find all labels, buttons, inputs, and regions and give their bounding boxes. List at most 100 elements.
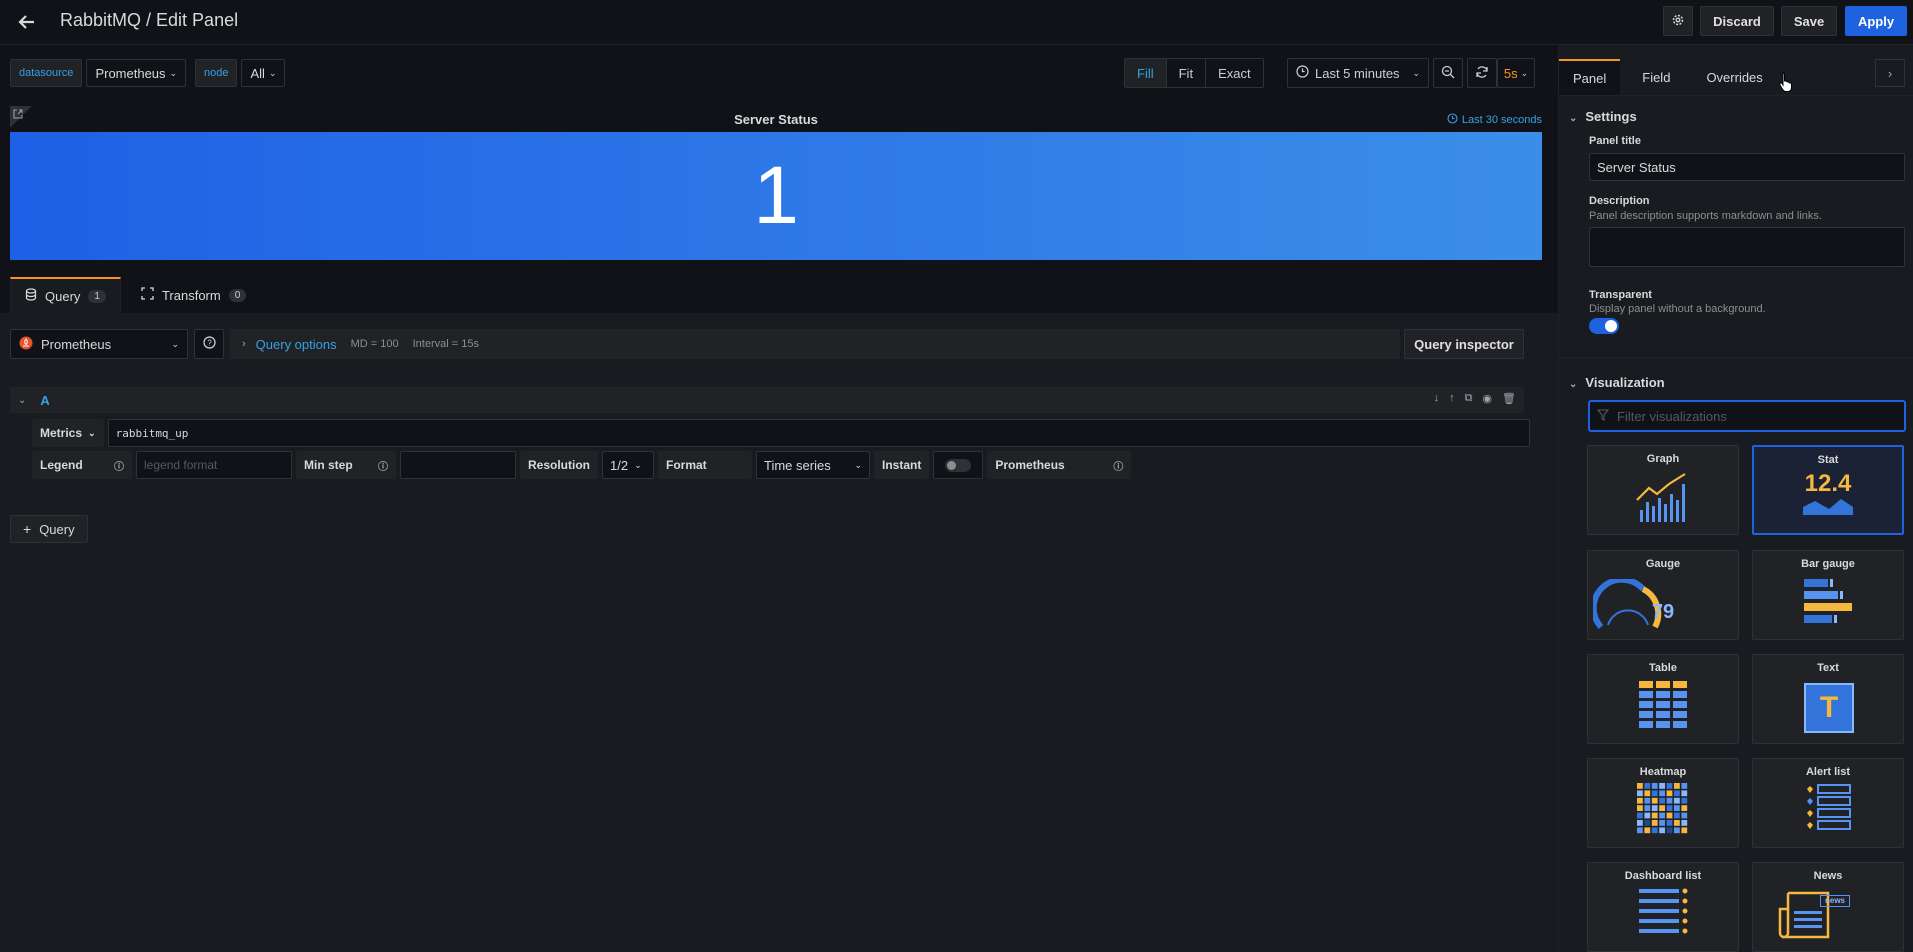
variable-label: datasource bbox=[10, 59, 83, 87]
viz-heatmap[interactable]: Heatmap bbox=[1587, 758, 1739, 848]
viz-stat[interactable]: Stat 12.4 bbox=[1752, 445, 1904, 535]
arrow-up-icon[interactable]: ↑ bbox=[1449, 392, 1455, 405]
sidebar-tabs: Panel Field Overrides bbox=[1559, 59, 1777, 95]
panel-title-input[interactable]: Server Status bbox=[1589, 153, 1905, 181]
viz-text[interactable]: Text T bbox=[1752, 654, 1904, 744]
datasource-variable: datasource Prometheus ⌄ bbox=[10, 59, 187, 87]
save-button[interactable]: Save bbox=[1781, 6, 1837, 36]
refresh-interval-label: 5s bbox=[1503, 65, 1518, 81]
transparent-label: Transparent bbox=[1589, 289, 1652, 301]
metrics-input[interactable]: rabbitmq_up bbox=[107, 419, 1530, 447]
gauge-icon-value: 79 bbox=[1651, 601, 1675, 623]
node-variable: node All ⌄ bbox=[195, 59, 286, 87]
copy-icon[interactable]: ⧉ bbox=[1465, 392, 1473, 405]
view-mode-fill[interactable]: Fill bbox=[1125, 59, 1167, 87]
chevron-down-icon: ⌄ bbox=[1412, 67, 1420, 78]
tab-query[interactable]: Query 1 bbox=[10, 277, 121, 313]
tab-transform[interactable]: Transform 0 bbox=[127, 277, 260, 313]
chevron-down-icon[interactable]: ⌄ bbox=[18, 395, 26, 406]
resolution-value: 1/2 bbox=[610, 457, 629, 473]
database-icon bbox=[25, 288, 37, 304]
interval-info: Interval = 15s bbox=[412, 338, 479, 350]
datasource-picker[interactable]: Prometheus ⌄ bbox=[10, 329, 188, 359]
visualization-section-header[interactable]: ⌄ Visualization bbox=[1569, 375, 1665, 390]
collapse-sidebar-button[interactable]: › bbox=[1875, 59, 1905, 87]
options-sidebar: Panel Field Overrides › ⌄ Settings Panel … bbox=[1558, 45, 1913, 952]
metrics-label-text: Metrics bbox=[40, 426, 83, 440]
text-icon: T bbox=[1804, 683, 1854, 733]
viz-bar-gauge[interactable]: Bar gauge bbox=[1752, 550, 1904, 640]
refresh-button[interactable] bbox=[1467, 58, 1497, 88]
viz-alert-list[interactable]: Alert list bbox=[1752, 758, 1904, 848]
instant-toggle[interactable] bbox=[933, 451, 984, 479]
mouse-cursor bbox=[1778, 72, 1794, 95]
legend-input[interactable]: legend format bbox=[136, 451, 292, 479]
datasource-row: Prometheus ⌄ ? bbox=[10, 329, 224, 359]
query-options-bar[interactable]: › Query options MD = 100 Interval = 15s bbox=[230, 329, 1400, 359]
refresh-interval-picker[interactable]: 5s ⌄ bbox=[1497, 58, 1535, 88]
variable-value: Prometheus bbox=[95, 65, 166, 81]
info-icon: ⓘ bbox=[114, 461, 124, 473]
add-query-button[interactable]: + Query bbox=[10, 515, 88, 543]
filter-placeholder: Filter visualizations bbox=[1617, 408, 1727, 424]
viz-dashboard-list[interactable]: Dashboard list bbox=[1587, 862, 1739, 952]
gauge-icon: 79 bbox=[1593, 579, 1698, 635]
time-range-picker[interactable]: Last 5 minutes ⌄ bbox=[1287, 58, 1429, 88]
chevron-down-icon: ⌄ bbox=[1520, 67, 1529, 78]
viz-graph[interactable]: Graph bbox=[1587, 445, 1739, 535]
legend-label-text: Legend bbox=[40, 458, 83, 472]
top-bar: RabbitMQ / Edit Panel Discard Save Apply bbox=[0, 0, 1913, 45]
format-value: Time series bbox=[764, 457, 831, 473]
chevron-down-icon: ⌄ bbox=[88, 427, 96, 438]
query-row-header[interactable]: ⌄ A ↓ ↑ ⧉ ◉ 🗑︎ bbox=[10, 387, 1524, 413]
view-mode-switch: Fill Fit Exact bbox=[1124, 58, 1264, 88]
viz-table[interactable]: Table bbox=[1587, 654, 1739, 744]
max-data-points-info: MD = 100 bbox=[350, 338, 399, 350]
gear-icon bbox=[1671, 13, 1685, 30]
back-arrow-icon[interactable] bbox=[14, 9, 40, 35]
instant-label: Instant bbox=[874, 451, 930, 479]
stat-icon: 12.4 bbox=[1754, 471, 1902, 515]
view-mode-fit[interactable]: Fit bbox=[1166, 59, 1207, 87]
zoom-out-button[interactable] bbox=[1433, 58, 1463, 88]
help-button[interactable]: ? bbox=[194, 329, 224, 359]
node-variable-select[interactable]: All ⌄ bbox=[241, 59, 286, 87]
query-inspector-button[interactable]: Query inspector bbox=[1404, 329, 1524, 359]
tab-panel[interactable]: Panel bbox=[1559, 59, 1621, 95]
format-select[interactable]: Time series ⌄ bbox=[756, 451, 870, 479]
apply-button[interactable]: Apply bbox=[1845, 6, 1907, 36]
legend-label: Legend ⓘ bbox=[32, 451, 132, 479]
discard-button[interactable]: Discard bbox=[1700, 6, 1774, 36]
chevron-down-icon: ⌄ bbox=[169, 67, 178, 78]
view-mode-exact[interactable]: Exact bbox=[1206, 59, 1263, 87]
description-textarea[interactable] bbox=[1589, 227, 1905, 267]
chevron-down-icon: ⌄ bbox=[1569, 379, 1578, 390]
transparent-toggle[interactable] bbox=[1589, 318, 1619, 334]
query-options-label[interactable]: Query options bbox=[256, 337, 337, 352]
add-query-label: Query bbox=[39, 521, 75, 537]
tab-overrides[interactable]: Overrides bbox=[1692, 59, 1776, 95]
toggle-switch bbox=[945, 458, 972, 472]
tab-label: Query bbox=[45, 288, 81, 304]
query-letter: A bbox=[40, 392, 50, 408]
viz-gauge[interactable]: Gauge 79 bbox=[1587, 550, 1739, 640]
refresh-icon bbox=[1475, 65, 1489, 82]
table-icon bbox=[1639, 681, 1687, 728]
eye-icon[interactable]: ◉ bbox=[1482, 392, 1492, 405]
min-step-input[interactable] bbox=[400, 451, 516, 479]
datasource-variable-select[interactable]: Prometheus ⌄ bbox=[86, 59, 187, 87]
tab-field[interactable]: Field bbox=[1628, 59, 1684, 95]
trash-icon[interactable]: 🗑︎ bbox=[1502, 392, 1516, 405]
settings-button[interactable] bbox=[1663, 6, 1693, 36]
panel-title-label: Panel title bbox=[1589, 135, 1641, 147]
variable-value: All bbox=[250, 65, 265, 81]
settings-section-header[interactable]: ⌄ Settings bbox=[1569, 109, 1637, 124]
text-icon-glyph: T bbox=[1819, 691, 1839, 724]
filter-visualizations-input[interactable]: Filter visualizations bbox=[1589, 401, 1905, 431]
resolution-select[interactable]: 1/2 ⌄ bbox=[602, 451, 654, 479]
chevron-down-icon: ⌄ bbox=[1569, 113, 1578, 124]
viz-news[interactable]: News news bbox=[1752, 862, 1904, 952]
arrow-down-icon[interactable]: ↓ bbox=[1434, 392, 1440, 405]
viz-name: Bar gauge bbox=[1801, 558, 1855, 570]
alert-list-icon bbox=[1807, 784, 1851, 830]
